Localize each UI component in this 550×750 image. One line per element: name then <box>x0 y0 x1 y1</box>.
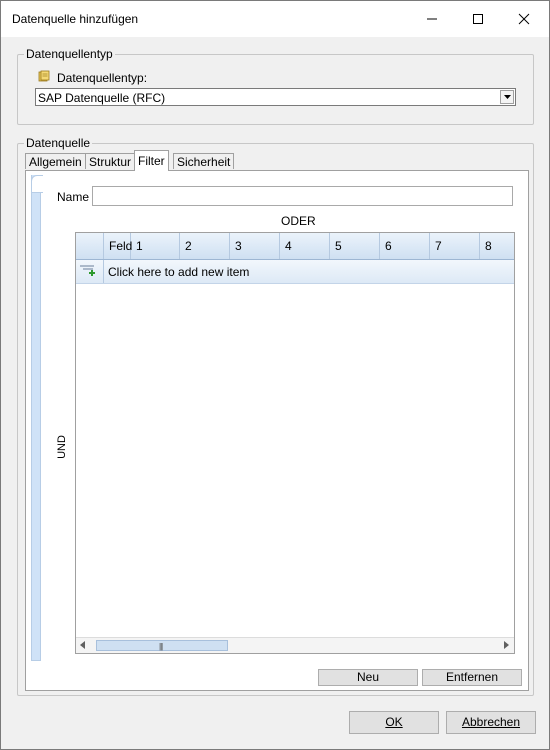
close-button[interactable] <box>501 1 547 37</box>
filter-name-input[interactable] <box>92 186 513 206</box>
tab-filter[interactable]: Filter <box>134 150 169 171</box>
minimize-button[interactable] <box>409 1 455 37</box>
scroll-right-icon[interactable] <box>504 641 509 649</box>
remove-button[interactable]: Entfernen <box>422 669 522 686</box>
source-type-value: SAP Datenquelle (RFC) <box>38 91 166 105</box>
scrollbar-grip-icon: ||| <box>159 642 163 651</box>
source-type-select[interactable]: SAP Datenquelle (RFC) <box>35 88 516 106</box>
scroll-left-icon[interactable] <box>80 641 85 649</box>
column-header-feld[interactable]: Feld <box>104 233 132 259</box>
tab-struktur[interactable]: Struktur <box>85 153 136 169</box>
dialog-window: Datenquelle hinzufügen Datenquellentyp D… <box>0 0 550 750</box>
column-header-3[interactable]: 3 <box>230 233 280 259</box>
scrollbar-thumb[interactable]: ||| <box>96 640 228 651</box>
source-type-group: Datenquellentyp <box>17 47 534 125</box>
source-type-label: Datenquellentyp: <box>57 71 148 85</box>
ok-button[interactable]: OK <box>349 711 439 734</box>
filter-name-label: Name <box>57 190 90 204</box>
dropdown-arrow-button[interactable] <box>500 90 514 104</box>
filter-grid[interactable]: Feld 1 2 3 4 5 6 7 8 Click here to add n… <box>75 232 515 654</box>
chevron-down-icon <box>503 95 511 99</box>
und-strip-cap <box>31 175 43 193</box>
new-button[interactable]: Neu <box>318 669 418 686</box>
maximize-icon <box>473 14 483 24</box>
column-header-1[interactable]: 1 <box>131 233 180 259</box>
add-row-icon <box>80 265 95 276</box>
column-header-2[interactable]: 2 <box>180 233 230 259</box>
and-label: UND <box>55 435 68 459</box>
add-row-header <box>76 260 104 283</box>
ok-button-label: OK <box>385 715 403 729</box>
tab-allgemein[interactable]: Allgemein <box>25 153 86 169</box>
maximize-button[interactable] <box>455 1 501 37</box>
cancel-button-label: Abbrechen <box>461 715 521 729</box>
close-icon <box>518 13 530 25</box>
tab-sicherheit[interactable]: Sicherheit <box>173 153 235 169</box>
horizontal-scrollbar[interactable]: ||| <box>76 637 514 653</box>
database-icon <box>38 70 50 82</box>
column-header-4[interactable]: 4 <box>280 233 330 259</box>
or-label: ODER <box>281 214 316 228</box>
window-title: Datenquelle hinzufügen <box>12 12 139 26</box>
grid-corner-cell <box>76 233 104 259</box>
source-type-legend: Datenquellentyp <box>26 47 113 61</box>
und-side-strip <box>31 175 41 661</box>
grid-header: Feld 1 2 3 4 5 6 7 8 <box>76 233 514 260</box>
column-header-6[interactable]: 6 <box>380 233 430 259</box>
add-row-text: Click here to add new item <box>108 265 250 279</box>
column-header-5[interactable]: 5 <box>330 233 380 259</box>
datasource-legend: Datenquelle <box>26 136 91 150</box>
add-new-item-row[interactable]: Click here to add new item <box>76 260 514 284</box>
column-header-7[interactable]: 7 <box>430 233 480 259</box>
cancel-button[interactable]: Abbrechen <box>446 711 536 734</box>
column-header-8[interactable]: 8 <box>480 233 514 259</box>
title-bar: Datenquelle hinzufügen <box>1 1 549 37</box>
minimize-icon <box>427 18 437 20</box>
